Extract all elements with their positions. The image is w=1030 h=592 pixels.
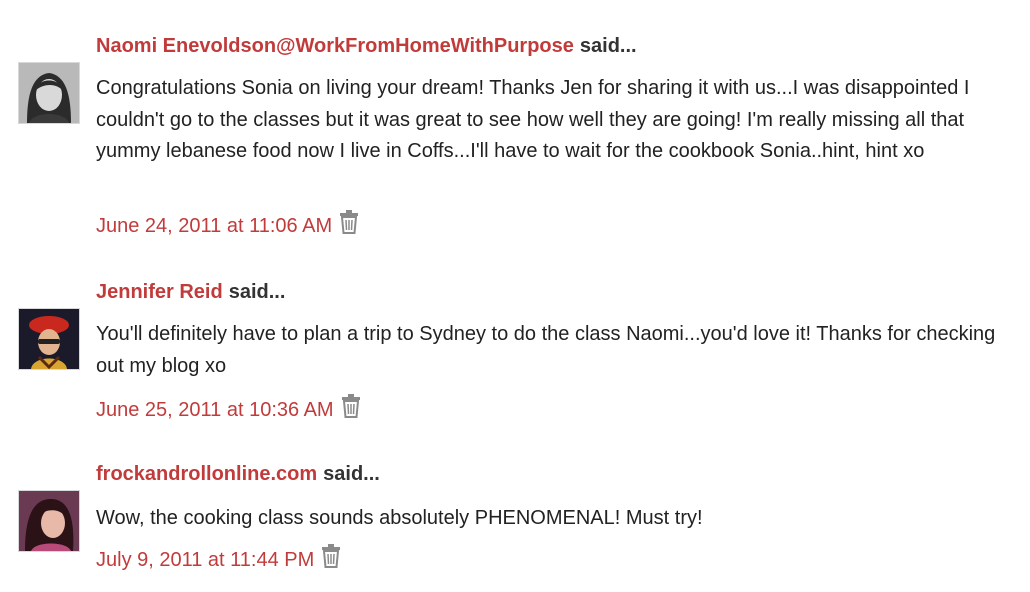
comment-body: You'll definitely have to plan a trip to…: [96, 323, 996, 377]
said-label: said...: [323, 463, 380, 485]
avatar-photo-woman-dark-hair: [19, 63, 79, 123]
trash-icon[interactable]: [338, 210, 360, 242]
comment-footer: June 25, 2011 at 10:36 AM: [96, 394, 362, 426]
comment-timestamp-link[interactable]: June 24, 2011 at 11:06 AM: [96, 215, 332, 237]
avatar-photo-woman-dark-hair-pink: [19, 491, 79, 551]
comment-author-line: frockandrollonline.com said...: [96, 460, 380, 488]
avatar[interactable]: [18, 62, 80, 124]
comment-timestamp-link[interactable]: July 9, 2011 at 11:44 PM: [96, 549, 314, 571]
comment-body: Congratulations Sonia on living your dre…: [96, 77, 970, 162]
said-label: said...: [579, 35, 637, 57]
trash-icon[interactable]: [340, 394, 362, 426]
avatar[interactable]: [18, 490, 80, 552]
trash-icon[interactable]: [320, 544, 342, 576]
comment-timestamp-link[interactable]: June 25, 2011 at 10:36 AM: [96, 399, 334, 421]
comment-body: Wow, the cooking class sounds absolutely…: [96, 507, 703, 529]
avatar-photo-woman-red-beret: [19, 309, 79, 369]
comment-author-link[interactable]: frockandrollonline.com: [96, 463, 317, 485]
avatar[interactable]: [18, 308, 80, 370]
comment-footer: July 9, 2011 at 11:44 PM: [96, 544, 342, 576]
comment-author-link[interactable]: Naomi Enevoldson@WorkFromHomeWithPurpose: [96, 35, 574, 57]
comment-author-line: Naomi Enevoldson@WorkFromHomeWithPurpose…: [96, 32, 637, 60]
comment-author-link[interactable]: Jennifer Reid: [96, 281, 223, 303]
comment-footer: June 24, 2011 at 11:06 AM: [96, 210, 360, 242]
said-label: said...: [228, 281, 286, 303]
comment-author-line: Jennifer Reid said...: [96, 278, 285, 306]
